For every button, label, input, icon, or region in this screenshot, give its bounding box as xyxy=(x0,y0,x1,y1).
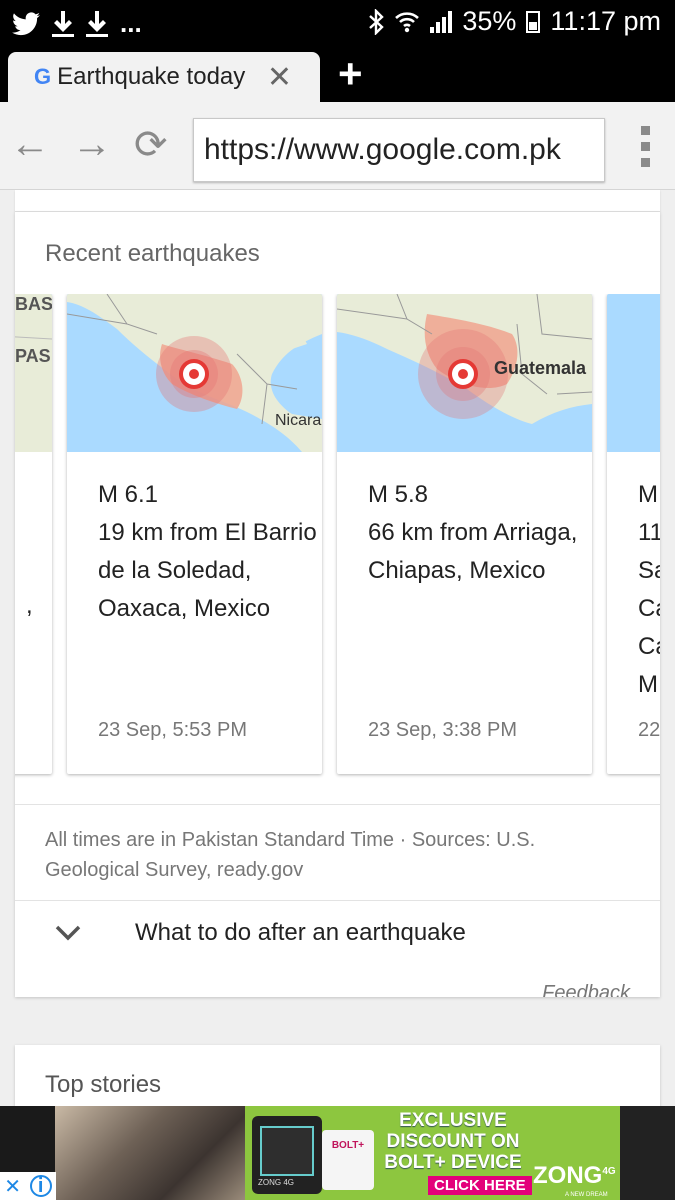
ad-headline-line: DISCOUNT ON xyxy=(386,1131,520,1152)
feedback-link[interactable]: Feedback xyxy=(542,982,630,997)
ad-headline: EXCLUSIVE DISCOUNT ON BOLT+ DEVICE xyxy=(378,1110,528,1173)
url-text: https://www.google.com.pk xyxy=(204,133,561,166)
earthquake-location: 19 km from El Barrio de la Soledad, Oaxa… xyxy=(98,519,317,622)
reload-icon[interactable]: ⟳ xyxy=(134,122,168,168)
earthquake-map: Nicara xyxy=(67,294,322,452)
map-label: Nicara xyxy=(275,412,322,429)
map-label: PAS xyxy=(15,346,51,366)
earthquake-magnitude: M 5.8 xyxy=(368,481,429,508)
status-bar: ... 35% 11:17 pm xyxy=(0,0,675,46)
bolt-device-image: BOLT+ xyxy=(322,1130,374,1190)
earthquake-magnitude: M 6.1 xyxy=(98,481,159,508)
battery-percent: 35% xyxy=(462,6,517,36)
address-bar[interactable]: https://www.google.com.pk xyxy=(193,118,605,182)
expander-label: What to do after an earthquake xyxy=(135,919,466,946)
partial-line: M xyxy=(638,481,658,508)
earthquake-carousel[interactable]: BASC PAS , xyxy=(15,294,660,814)
after-earthquake-expander[interactable]: What to do after an earthquake xyxy=(15,900,660,960)
download-icon xyxy=(52,10,74,37)
earthquake-location: 66 km from Arriaga, Chiapas, Mexico xyxy=(368,519,578,584)
battery-icon xyxy=(526,10,541,33)
earthquake-map xyxy=(607,294,660,452)
new-tab-button[interactable]: + xyxy=(338,50,363,98)
ad-controls: ✕ i xyxy=(0,1172,56,1200)
partial-line: M xyxy=(638,671,658,698)
earthquake-item[interactable]: Nicara M 6.1 19 km from El Barrio de la … xyxy=(67,294,322,774)
chevron-down-icon xyxy=(55,925,81,941)
google-favicon-icon: G xyxy=(34,64,52,89)
earthquake-card: Recent earthquakes BASC PAS , xyxy=(15,212,660,997)
earthquake-time: 23 Sep, 3:38 PM xyxy=(368,719,517,741)
partial-line: 11 xyxy=(638,519,660,546)
ad-headline-line: EXCLUSIVE xyxy=(399,1110,507,1131)
signal-icon xyxy=(430,10,453,33)
previous-card-bottom xyxy=(15,190,660,212)
ad-close-icon[interactable]: ✕ xyxy=(4,1174,21,1199)
sources-footnote: All times are in Pakistan Standard Time … xyxy=(15,804,660,885)
earthquake-item[interactable]: Guatemala M 5.8 66 km from Arriaga, Chia… xyxy=(337,294,592,774)
twitter-icon xyxy=(12,11,40,35)
earthquake-time: 22 xyxy=(638,719,660,741)
page-content: Recent earthquakes BASC PAS , xyxy=(0,190,675,1106)
ad-banner[interactable]: ZONG 4G BOLT+ EXCLUSIVE DISCOUNT ON BOLT… xyxy=(0,1106,675,1200)
map-label: Guatemala xyxy=(494,358,587,378)
brand-name: ZONG xyxy=(533,1162,603,1189)
ad-edge xyxy=(620,1106,675,1200)
earthquake-card-partial-right[interactable]: M 11 Sa Ca Ca M 22 xyxy=(607,294,660,774)
browser-toolbar: ← → ⟳ https://www.google.com.pk xyxy=(0,102,675,190)
clock: 11:17 pm xyxy=(550,6,661,36)
browser-tab[interactable]: G Earthquake today ✕ xyxy=(8,52,320,102)
top-stories-title: Top stories xyxy=(45,1071,162,1098)
earthquake-time: 23 Sep, 5:53 PM xyxy=(98,719,247,741)
ad-brand-logo: ZONG4G xyxy=(533,1162,616,1190)
partial-line: Ca xyxy=(638,595,660,622)
ad-device-image: ZONG 4G xyxy=(252,1116,322,1194)
back-arrow-icon[interactable]: ← xyxy=(10,122,50,167)
ad-tagline: A NEW DREAM xyxy=(565,1192,608,1198)
earthquake-card-partial-left[interactable]: BASC PAS , xyxy=(15,294,52,774)
bluetooth-icon xyxy=(369,8,385,35)
ad-cta-button[interactable]: CLICK HERE xyxy=(428,1176,532,1195)
section-title: Recent earthquakes xyxy=(45,240,260,267)
partial-text: , xyxy=(26,592,33,619)
top-stories-card: Top stories xyxy=(15,1045,660,1106)
earthquake-map: Guatemala xyxy=(337,294,592,452)
notification-overflow: ... xyxy=(120,8,142,38)
ad-info-icon[interactable]: i xyxy=(29,1175,52,1197)
brand-suffix: 4G xyxy=(602,1166,616,1177)
map-label: BASC xyxy=(15,294,52,314)
overflow-menu-icon[interactable] xyxy=(641,126,651,167)
partial-line: Ca xyxy=(638,633,660,660)
download-icon xyxy=(86,10,108,37)
tab-title: Earthquake today xyxy=(57,63,246,90)
wifi-icon xyxy=(395,11,420,32)
device-brand-label: ZONG 4G xyxy=(258,1178,295,1187)
tab-strip: G Earthquake today ✕ + xyxy=(0,46,675,102)
bolt-label: BOLT+ xyxy=(331,1140,365,1151)
earthquake-map: BASC PAS xyxy=(15,294,52,452)
ad-headline-line: BOLT+ DEVICE xyxy=(384,1152,522,1173)
forward-arrow-icon[interactable]: → xyxy=(72,122,112,167)
partial-line: Sa xyxy=(638,557,660,584)
close-tab-icon[interactable]: ✕ xyxy=(267,60,292,95)
ad-image-people xyxy=(55,1106,245,1200)
